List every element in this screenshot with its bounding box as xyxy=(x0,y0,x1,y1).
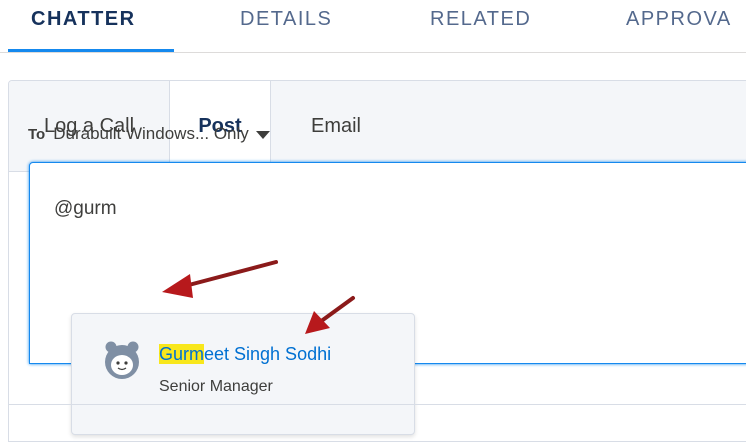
audience-selector[interactable]: To Durabuilt Windows... Only xyxy=(28,124,270,144)
tab-related[interactable]: RELATED xyxy=(430,8,531,31)
mention-suggestions: Gurmeet Singh Sodhi Senior Manager xyxy=(71,313,415,435)
user-avatar-icon xyxy=(105,341,139,379)
caret-down-icon[interactable] xyxy=(255,131,270,139)
compose-text: @gurm xyxy=(54,198,117,219)
tab-approvals[interactable]: APPROVA xyxy=(626,8,732,31)
mention-user-name[interactable]: Gurmeet Singh Sodhi xyxy=(159,344,331,365)
name-match-highlight: Gurm xyxy=(159,344,204,364)
record-tab-bar: CHATTER DETAILS RELATED APPROVA xyxy=(0,0,746,53)
name-remainder: eet Singh Sodhi xyxy=(204,344,332,364)
mention-option[interactable]: Gurmeet Singh Sodhi Senior Manager xyxy=(72,330,414,400)
tab-email[interactable]: Email xyxy=(271,81,401,171)
active-tab-indicator xyxy=(8,49,174,52)
audience-value: Durabuilt Windows... Only xyxy=(53,124,249,143)
tab-chatter[interactable]: CHATTER xyxy=(31,8,136,31)
to-label: To xyxy=(28,125,46,143)
tab-details[interactable]: DETAILS xyxy=(240,8,332,31)
divider xyxy=(8,404,746,405)
mention-user-title: Senior Manager xyxy=(159,378,273,395)
